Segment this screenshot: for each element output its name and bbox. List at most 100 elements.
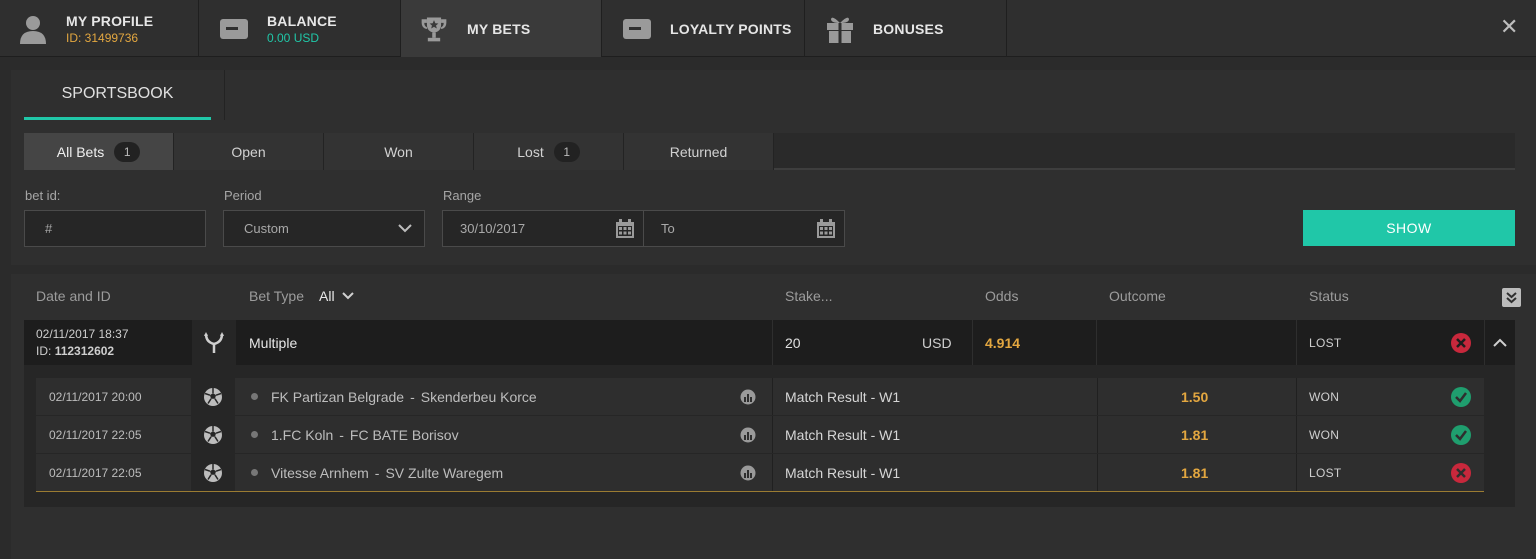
team-home: 1.FC Koln xyxy=(271,426,334,443)
header-odds: Odds xyxy=(985,288,1019,304)
divider xyxy=(772,454,773,491)
won-check-icon xyxy=(1451,378,1471,415)
balance-title: BALANCE xyxy=(267,12,337,29)
leg-status: WON xyxy=(1309,389,1340,404)
multiple-bet-icon xyxy=(192,320,236,365)
live-dot-icon xyxy=(251,469,258,476)
team-away: Skenderbeu Korce xyxy=(420,388,537,405)
divider xyxy=(972,320,973,365)
bet-status: LOST xyxy=(1309,335,1342,350)
divider xyxy=(224,70,225,120)
period-value: Custom xyxy=(244,221,289,236)
team-home: FK Partizan Belgrade xyxy=(271,388,405,405)
count-badge: 1 xyxy=(114,141,141,162)
bet-filter-tabs: All Bets 1 Open Won Lost 1 Returned xyxy=(24,133,1515,170)
calendar-icon[interactable] xyxy=(615,219,635,239)
tab-bonuses[interactable]: BONUSES xyxy=(805,0,1007,57)
bet-type-filter-dropdown[interactable]: All xyxy=(319,288,354,304)
divider xyxy=(1296,320,1297,365)
divider xyxy=(1296,454,1297,491)
stats-icon[interactable] xyxy=(740,454,756,491)
leg-datetime: 02/11/2017 22:05 xyxy=(49,465,142,480)
leg-event[interactable]: 1.FC Koln - FC BATE Borisov xyxy=(251,416,459,453)
bet-type-filter-value: All xyxy=(319,288,335,304)
trophy-icon xyxy=(419,14,449,44)
filter-tab-lost[interactable]: Lost 1 xyxy=(474,133,624,170)
leg-odds: 1.81 xyxy=(1181,426,1209,443)
balance-amount: 0.00 USD xyxy=(267,30,320,45)
bonuses-title: BONUSES xyxy=(873,20,944,37)
divider xyxy=(772,320,773,365)
stats-icon[interactable] xyxy=(740,378,756,415)
tab-my-profile[interactable]: MY PROFILE ID: 31499736 xyxy=(0,0,199,57)
live-dot-icon xyxy=(251,393,258,400)
divider xyxy=(1484,320,1485,365)
chevron-up-icon[interactable] xyxy=(1493,320,1507,365)
chevron-down-icon xyxy=(341,292,354,300)
range-from-value: 30/10/2017 xyxy=(460,221,526,236)
filter-tab-open[interactable]: Open xyxy=(174,133,324,170)
divider xyxy=(772,416,773,453)
table-row[interactable]: 02/11/2017 22:05 Vitesse Arnhem - SV Zul… xyxy=(36,454,1484,491)
calendar-icon[interactable] xyxy=(816,219,836,239)
count-badge: 1 xyxy=(553,141,580,162)
range-to-placeholder: To xyxy=(661,221,675,236)
table-header: Date and ID Bet Type All Stake... Odds O… xyxy=(24,274,1521,320)
wallet-icon xyxy=(219,14,249,44)
header-stake: Stake... xyxy=(785,288,833,304)
divider xyxy=(1096,320,1097,365)
filter-tab-label: Returned xyxy=(669,143,728,160)
leg-datetime: 02/11/2017 22:05 xyxy=(49,427,142,442)
top-navigation: MY PROFILE ID: 31499736 BALANCE 0.00 USD… xyxy=(0,0,1536,57)
loyalty-title: LOYALTY POINTS xyxy=(670,20,792,37)
header-status: Status xyxy=(1309,288,1349,304)
filter-tab-won[interactable]: Won xyxy=(324,133,474,170)
close-icon[interactable]: ✕ xyxy=(1500,16,1518,38)
leg-event[interactable]: FK Partizan Belgrade - Skenderbeu Korce xyxy=(251,378,537,415)
stats-icon[interactable] xyxy=(740,416,756,453)
tab-sportsbook[interactable]: SPORTSBOOK xyxy=(24,70,211,120)
range-label: Range xyxy=(443,188,482,203)
team-home: Vitesse Arnhem xyxy=(271,464,369,481)
tab-balance[interactable]: BALANCE 0.00 USD xyxy=(199,0,401,57)
filter-tab-label: Lost xyxy=(517,143,544,160)
bet-row[interactable]: 02/11/2017 18:37 ID: 112312602 Multiple … xyxy=(24,320,1515,365)
soccer-ball-icon xyxy=(191,378,235,415)
team-separator: - xyxy=(374,464,380,481)
table-row[interactable]: 02/11/2017 22:05 1.FC Koln - FC BATE Bor… xyxy=(36,416,1484,453)
team-separator: - xyxy=(410,388,415,405)
tab-loyalty-points[interactable]: LOYALTY POINTS xyxy=(602,0,805,57)
leg-datetime: 02/11/2017 20:00 xyxy=(49,389,142,404)
profile-title: MY PROFILE xyxy=(66,12,154,29)
leg-market: Match Result - W1 xyxy=(785,388,901,405)
won-check-icon xyxy=(1451,416,1471,453)
my-bets-title: MY BETS xyxy=(467,20,531,37)
leg-odds: 1.81 xyxy=(1181,464,1209,481)
collapse-all-icon[interactable] xyxy=(1502,288,1521,307)
divider xyxy=(772,378,773,415)
bet-stake: 20 xyxy=(785,334,801,351)
chevron-down-icon xyxy=(398,224,412,233)
leg-status: LOST xyxy=(1309,465,1342,480)
filter-tab-all-bets[interactable]: All Bets 1 xyxy=(24,133,174,170)
period-select[interactable]: Custom xyxy=(223,210,425,247)
bet-id-input[interactable]: # xyxy=(24,210,206,247)
range-to-input[interactable]: To xyxy=(643,210,845,247)
live-dot-icon xyxy=(251,431,258,438)
range-from-input[interactable]: 30/10/2017 xyxy=(442,210,644,247)
lost-x-icon xyxy=(1451,454,1471,491)
tab-my-bets[interactable]: MY BETS xyxy=(401,0,602,57)
leg-event[interactable]: Vitesse Arnhem - SV Zulte Waregem xyxy=(251,454,503,491)
bet-currency: USD xyxy=(922,334,952,351)
lost-x-icon xyxy=(1451,320,1471,365)
filter-tab-returned[interactable]: Returned xyxy=(624,133,774,170)
filter-tab-label: All Bets xyxy=(56,143,105,160)
divider xyxy=(1097,416,1098,453)
divider xyxy=(1296,416,1297,453)
table-row[interactable]: 02/11/2017 20:00 FK Partizan Belgrade - … xyxy=(36,378,1484,415)
show-button[interactable]: SHOW xyxy=(1303,210,1515,246)
gift-icon xyxy=(825,14,855,44)
bet-id-placeholder: # xyxy=(45,221,53,236)
wallet-icon xyxy=(622,14,652,44)
soccer-ball-icon xyxy=(191,416,235,453)
